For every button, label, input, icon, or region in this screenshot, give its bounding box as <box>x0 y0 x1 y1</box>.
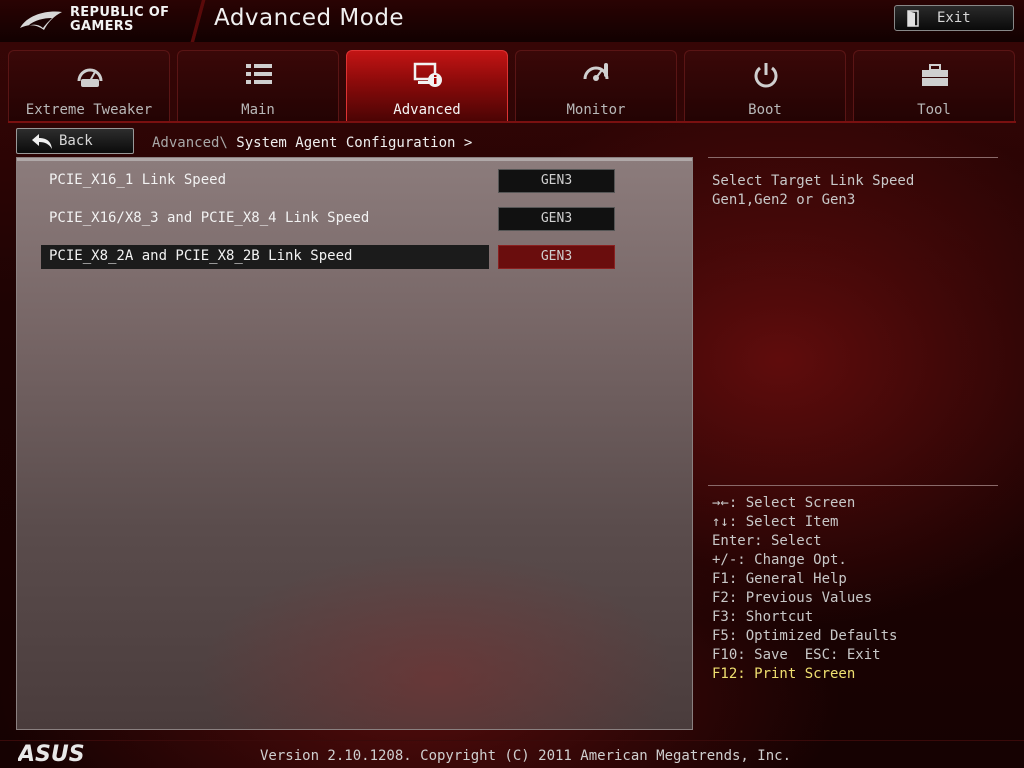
back-button[interactable]: Back <box>16 128 134 154</box>
setting-row-pcie-x16-1[interactable]: PCIE_X16_1 Link Speed <box>41 169 489 193</box>
key-hint: →←: Select Screen <box>712 495 856 511</box>
breadcrumb-current: System Agent Configuration > <box>227 135 473 151</box>
power-icon <box>754 63 778 88</box>
settings-panel: PCIE_X16_1 Link Speed GEN3 PCIE_X16/X8_3… <box>16 157 693 730</box>
setting-value-pcie-x8-2a[interactable]: GEN3 <box>498 245 615 269</box>
setting-row-pcie-x8-2a[interactable]: PCIE_X8_2A and PCIE_X8_2B Link Speed <box>41 245 489 269</box>
setting-label: PCIE_X16/X8_3 and PCIE_X8_4 Link Speed <box>49 210 370 226</box>
title-bar: REPUBLIC OF GAMERS Advanced Mode Exit <box>0 0 1024 42</box>
key-legend: →←: Select Screen ↑↓: Select Item Enter:… <box>712 494 897 684</box>
key-hint: +/-: Change Opt. <box>712 552 847 568</box>
monitor-gauge-icon <box>583 63 609 81</box>
key-hint: F1: General Help <box>712 571 847 587</box>
tab-advanced[interactable]: Advanced <box>346 50 508 122</box>
key-hint: F5: Optimized Defaults <box>712 628 898 644</box>
help-divider-top <box>708 157 998 158</box>
help-description: Select Target Link Speed Gen1,Gen2 or Ge… <box>712 173 915 208</box>
setting-value-pcie-x16-1[interactable]: GEN3 <box>498 169 615 193</box>
key-hint: ↑↓: Select Item <box>712 514 839 530</box>
setting-label: PCIE_X8_2A and PCIE_X8_2B Link Speed <box>49 248 353 264</box>
tab-monitor[interactable]: Monitor <box>515 50 677 122</box>
title-divider <box>184 0 212 42</box>
tab-main[interactable]: Main <box>177 50 339 122</box>
main-tabs: Extreme Tweaker Main Advanced Monitor Bo… <box>8 50 1016 122</box>
tab-label: Tool <box>917 102 951 118</box>
setting-label: PCIE_X16_1 Link Speed <box>49 172 227 188</box>
back-arrow-icon <box>32 134 52 149</box>
key-hint: F3: Shortcut <box>712 609 814 625</box>
tabs-underline <box>8 121 1016 123</box>
tab-label: Extreme Tweaker <box>25 102 153 118</box>
tab-label: Monitor <box>566 102 626 118</box>
tab-label: Advanced <box>393 102 461 118</box>
tab-tool[interactable]: Tool <box>853 50 1015 122</box>
tab-label: Boot <box>748 102 782 118</box>
asus-logo: ASUS <box>18 742 85 764</box>
key-hint: F2: Previous Values <box>712 590 873 606</box>
key-hint-print-screen: F12: Print Screen <box>712 666 856 682</box>
rog-eye-icon <box>20 11 62 30</box>
toolbox-icon <box>922 64 948 86</box>
advanced-info-icon <box>413 62 442 87</box>
breadcrumb: Advanced\ System Agent Configuration > <box>152 135 472 151</box>
exit-label: Exit <box>937 10 971 26</box>
key-hint: Enter: Select <box>712 533 822 549</box>
tab-extreme-tweaker[interactable]: Extreme Tweaker <box>8 50 170 122</box>
back-label: Back <box>59 133 93 149</box>
key-hint: F10: Save ESC: Exit <box>712 647 881 663</box>
help-divider-middle <box>708 485 998 486</box>
list-icon <box>246 64 272 84</box>
tab-label: Main <box>241 102 275 118</box>
exit-button[interactable]: Exit <box>894 5 1014 31</box>
tab-boot[interactable]: Boot <box>684 50 846 122</box>
setting-row-pcie-x16-x8-3[interactable]: PCIE_X16/X8_3 and PCIE_X8_4 Link Speed <box>41 207 489 231</box>
gauge-icon <box>77 68 103 87</box>
footer-divider <box>0 740 1024 741</box>
breadcrumb-root[interactable]: Advanced\ <box>152 135 228 151</box>
version-text: Version 2.10.1208. Copyright (C) 2011 Am… <box>260 748 792 764</box>
rog-logo: REPUBLIC OF GAMERS <box>18 4 188 38</box>
rog-logo-text: REPUBLIC OF GAMERS <box>70 5 170 34</box>
setting-value-pcie-x16-x8-3[interactable]: GEN3 <box>498 207 615 231</box>
exit-door-icon <box>907 10 919 27</box>
page-title: Advanced Mode <box>214 5 405 31</box>
svg-text:ASUS: ASUS <box>18 742 85 764</box>
